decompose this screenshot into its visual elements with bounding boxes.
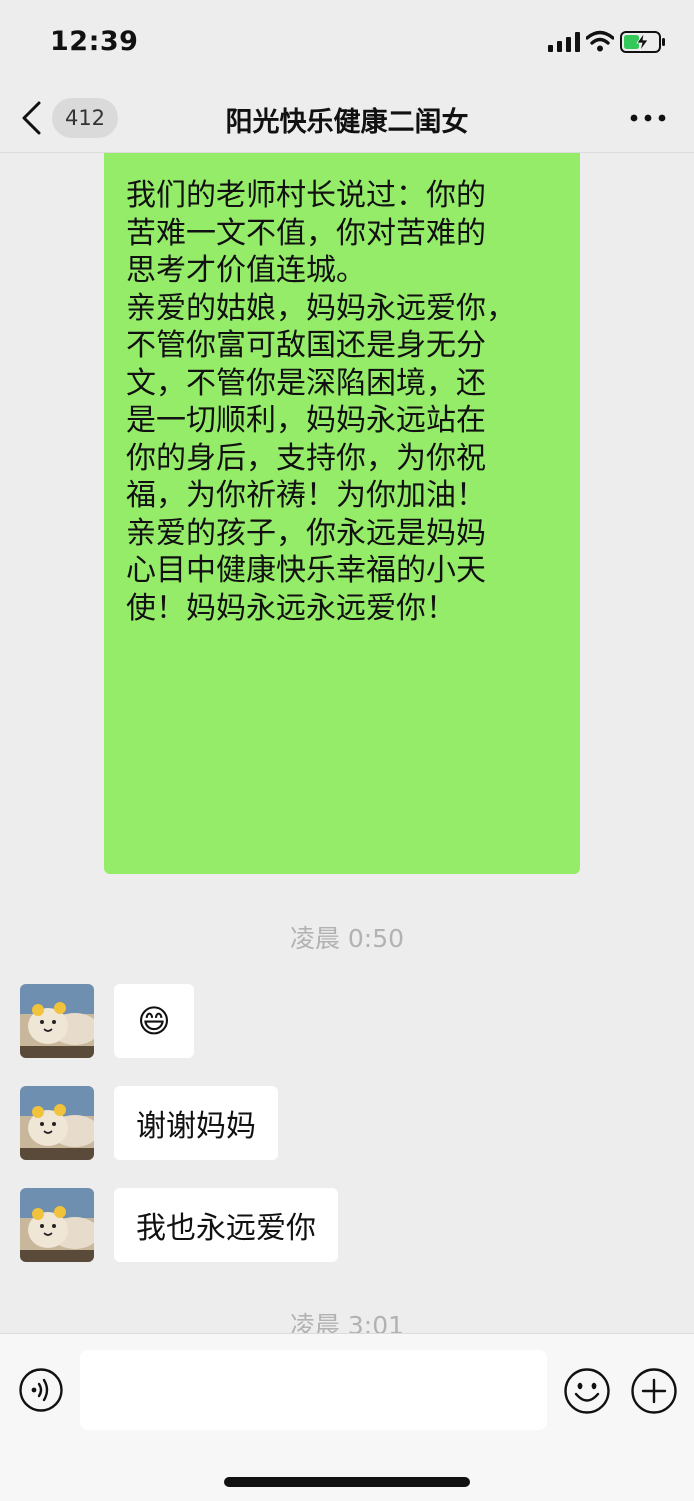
chat-header: 412 阳光快乐健康二闺女 <box>0 84 694 153</box>
contact-avatar[interactable] <box>20 1086 94 1160</box>
received-message-text: 谢谢妈妈 <box>136 1109 256 1144</box>
received-message-bubble[interactable]: 😄 <box>114 984 194 1058</box>
back-button[interactable]: 412 <box>20 94 120 142</box>
status-time: 12:39 <box>50 26 139 57</box>
battery-charging-icon <box>620 31 665 53</box>
received-message-text: 我也永远爱你 <box>136 1211 316 1246</box>
home-indicator[interactable] <box>224 1477 470 1487</box>
wifi-icon <box>586 30 614 52</box>
message-list[interactable]: 我们的老师村长说过：你的 苦难一文不值，你对苦难的 思考才价值连城。 亲爱的姑娘… <box>0 153 694 1333</box>
chat-title: 阳光快乐健康二闺女 <box>225 107 469 138</box>
status-bar: 12:39 <box>0 0 694 84</box>
sent-message-bubble[interactable]: 我们的老师村长说过：你的 苦难一文不值，你对苦难的 思考才价值连城。 亲爱的姑娘… <box>104 153 580 874</box>
message-timestamp: 凌晨 3:01 <box>289 1311 405 1333</box>
received-emoji: 😄 <box>137 1002 171 1040</box>
received-message-bubble[interactable]: 谢谢妈妈 <box>114 1086 278 1160</box>
smiley-icon[interactable] <box>563 1367 611 1415</box>
voice-input-icon[interactable] <box>18 1367 64 1413</box>
received-message-bubble[interactable]: 我也永远爱你 <box>114 1188 338 1262</box>
message-input[interactable] <box>80 1350 547 1430</box>
unread-count-badge: 412 <box>52 98 118 138</box>
plus-icon[interactable] <box>630 1367 678 1415</box>
cellular-signal-icon <box>548 32 580 52</box>
chevron-left-icon <box>22 101 41 135</box>
contact-avatar[interactable] <box>20 984 94 1058</box>
more-dots-icon[interactable] <box>628 106 668 130</box>
sent-message-text: 我们的老师村长说过：你的 苦难一文不值，你对苦难的 思考才价值连城。 亲爱的姑娘… <box>126 178 516 626</box>
message-timestamp: 凌晨 0:50 <box>289 924 405 953</box>
contact-avatar[interactable] <box>20 1188 94 1262</box>
message-input-bar <box>0 1333 694 1501</box>
